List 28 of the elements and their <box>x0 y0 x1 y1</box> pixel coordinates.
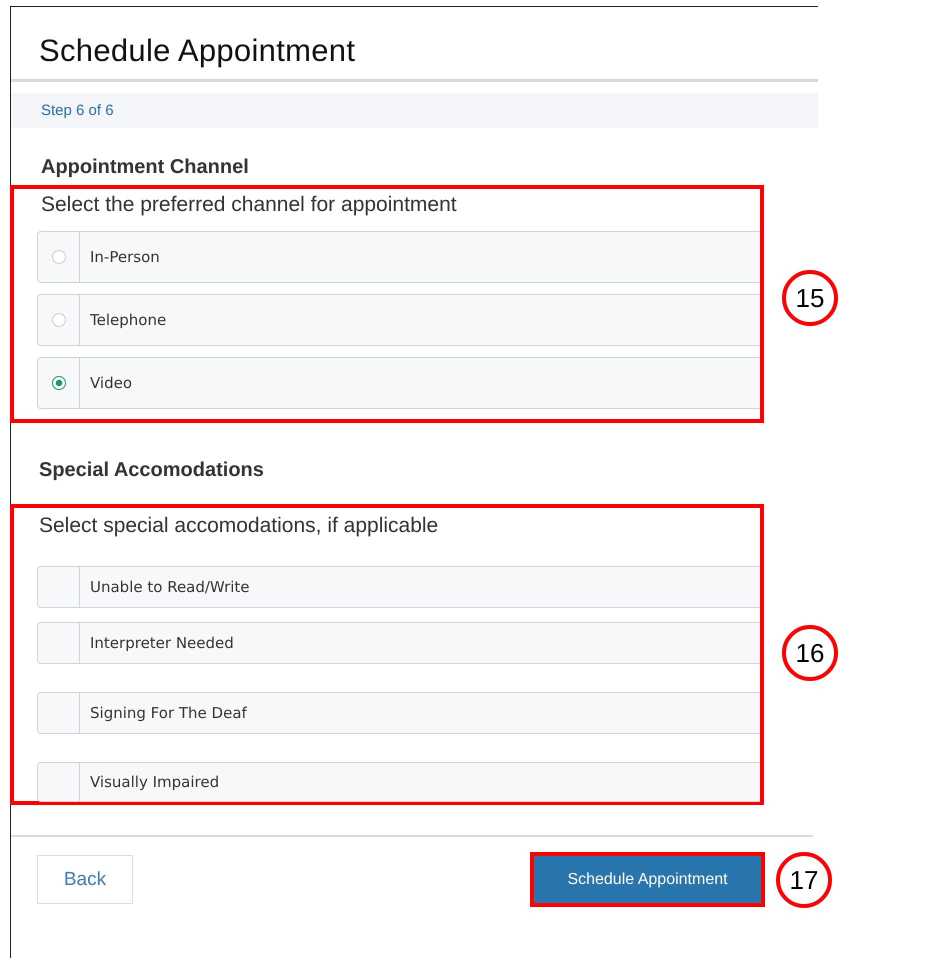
radio-option[interactable]: Video <box>37 357 760 409</box>
radio-button[interactable] <box>52 250 66 264</box>
option-label: Telephone <box>89 311 166 329</box>
checkbox-option[interactable]: Signing For The Deaf <box>37 692 760 734</box>
radio-button[interactable] <box>52 376 66 390</box>
checkbox-option[interactable]: Visually Impaired <box>37 762 760 802</box>
option-label: In-Person <box>89 248 160 266</box>
option-label: Video <box>89 374 132 392</box>
section-prompt: Select special accomodations, if applicable <box>38 513 440 539</box>
schedule-appointment-button[interactable]: Schedule Appointment <box>534 856 761 903</box>
section-heading: Appointment Channel <box>40 155 250 180</box>
step-indicator: Step 6 of 6 <box>41 102 114 119</box>
section-heading: Special Accomodations <box>38 458 265 483</box>
back-button[interactable]: Back <box>37 855 133 904</box>
checkbox-option[interactable]: Interpreter Needed <box>37 622 760 664</box>
option-label: Interpreter Needed <box>89 634 234 652</box>
radio-button[interactable] <box>52 313 66 327</box>
callout-number: 16 <box>782 625 838 681</box>
option-label: Visually Impaired <box>89 773 220 791</box>
option-label: Unable to Read/Write <box>89 578 250 596</box>
section-prompt: Select the preferred channel for appointment <box>40 192 458 218</box>
dialog-title: Schedule Appointment <box>38 32 356 70</box>
checkbox-option[interactable]: Unable to Read/Write <box>37 566 760 608</box>
radio-option[interactable]: In-Person <box>37 231 760 283</box>
callout-number: 17 <box>776 852 832 908</box>
option-label: Signing For The Deaf <box>89 704 247 722</box>
callout-number: 15 <box>782 270 838 326</box>
radio-option[interactable]: Telephone <box>37 294 760 346</box>
